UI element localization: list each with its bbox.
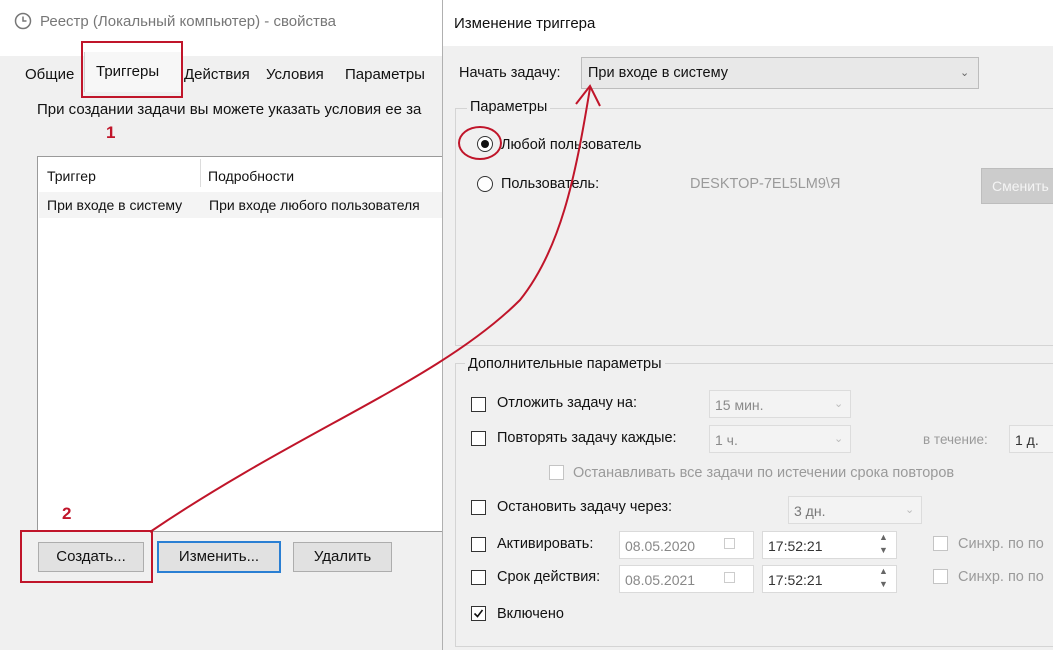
edit-button[interactable]: Изменить... bbox=[157, 541, 281, 573]
expire-time-value: 17:52:21 bbox=[768, 572, 823, 588]
activate-sync-label: Синхр. по по bbox=[958, 536, 1044, 552]
annotation-ellipse-radio bbox=[458, 126, 502, 160]
user-label: Пользователь: bbox=[501, 176, 600, 192]
delay-label: Отложить задачу на: bbox=[497, 395, 638, 411]
stop-after-label: Остановить задачу через: bbox=[497, 499, 673, 515]
expire-time-field[interactable]: 17:52:21 ▲ ▼ bbox=[762, 565, 897, 593]
column-separator bbox=[200, 159, 201, 187]
tab-general[interactable]: Общие bbox=[25, 66, 74, 83]
delay-checkbox[interactable] bbox=[471, 397, 486, 412]
dialog-title-bar: Изменение триггера bbox=[443, 0, 1053, 46]
activate-time-field[interactable]: 17:52:21 ▲ ▼ bbox=[762, 531, 897, 559]
change-user-label: Сменить bbox=[992, 178, 1049, 194]
activate-checkbox[interactable] bbox=[471, 537, 486, 552]
spin-up-icon[interactable]: ▲ bbox=[879, 566, 888, 576]
tab-strip: Общие Действия Условия Параметры bbox=[0, 56, 445, 90]
tab-actions[interactable]: Действия bbox=[184, 66, 250, 83]
enabled-label: Включено bbox=[497, 606, 564, 622]
enabled-checkbox[interactable] bbox=[471, 606, 486, 621]
spin-down-icon[interactable]: ▼ bbox=[879, 579, 888, 589]
chevron-down-icon: ⌄ bbox=[834, 433, 844, 445]
repeat-select[interactable]: 1 ч. ⌄ bbox=[709, 425, 851, 453]
window-title: Реестр (Локальный компьютер) - свойства bbox=[40, 13, 336, 30]
params-group-label: Параметры bbox=[467, 99, 551, 115]
specific-user-radio[interactable] bbox=[477, 176, 493, 192]
expire-checkbox[interactable] bbox=[471, 570, 486, 585]
repeat-label: Повторять задачу каждые: bbox=[497, 430, 677, 446]
change-user-button[interactable]: Сменить bbox=[981, 168, 1053, 204]
repeat-checkbox[interactable] bbox=[471, 431, 486, 446]
any-user-label: Любой пользователь bbox=[501, 137, 642, 153]
column-trigger[interactable]: Триггер bbox=[47, 168, 96, 184]
start-task-select[interactable]: При входе в систему ⌄ bbox=[581, 57, 979, 89]
stop-after-select[interactable]: 3 дн. ⌄ bbox=[788, 496, 922, 524]
user-value: DESKTOP-7EL5LM9\Я bbox=[690, 176, 841, 192]
start-task-value: При входе в систему bbox=[588, 65, 728, 81]
stop-all-label: Останавливать все задачи по истечении ср… bbox=[573, 465, 955, 481]
task-properties-window: Реестр (Локальный компьютер) - свойства … bbox=[0, 0, 447, 650]
expire-label: Срок действия: bbox=[497, 569, 601, 585]
delay-value: 15 мин. bbox=[715, 397, 764, 413]
activate-sync-checkbox[interactable] bbox=[933, 536, 948, 551]
stop-all-checkbox[interactable] bbox=[549, 465, 564, 480]
advanced-group-label: Дополнительные параметры bbox=[465, 356, 665, 372]
annotation-label-2: 2 bbox=[62, 504, 72, 523]
start-task-label: Начать задачу: bbox=[459, 65, 561, 81]
chevron-down-icon: ⌄ bbox=[834, 398, 844, 410]
chevron-down-icon: ⌄ bbox=[905, 504, 915, 516]
column-details[interactable]: Подробности bbox=[208, 168, 294, 184]
triggers-list[interactable]: Триггер Подробности При входе в систему … bbox=[37, 156, 447, 532]
calendar-icon[interactable] bbox=[724, 538, 735, 549]
annotation-box-triggers bbox=[81, 41, 183, 98]
edit-trigger-dialog: Изменение триггера Начать задачу: При вх… bbox=[442, 0, 1053, 650]
title-bar: Реестр (Локальный компьютер) - свойства bbox=[0, 0, 445, 44]
expire-sync-label: Синхр. по по bbox=[958, 569, 1044, 585]
intro-text: При создании задачи вы можете указать ус… bbox=[37, 101, 422, 118]
tab-conditions[interactable]: Условия bbox=[266, 66, 324, 83]
tab-settings[interactable]: Параметры bbox=[345, 66, 425, 83]
row-details: При входе любого пользователя bbox=[209, 197, 420, 213]
calendar-icon[interactable] bbox=[724, 572, 735, 583]
spin-down-icon[interactable]: ▼ bbox=[879, 545, 888, 555]
stop-after-value: 3 дн. bbox=[794, 503, 826, 519]
annotation-label-1: 1 bbox=[106, 123, 116, 142]
activate-time-value: 17:52:21 bbox=[768, 538, 823, 554]
activate-date-value: 08.05.2020 bbox=[625, 538, 696, 554]
activate-label: Активировать: bbox=[497, 536, 594, 552]
dialog-title: Изменение триггера bbox=[454, 15, 596, 32]
repeat-value: 1 ч. bbox=[715, 432, 738, 448]
annotation-box-create bbox=[20, 530, 153, 583]
delay-select[interactable]: 15 мин. ⌄ bbox=[709, 390, 851, 418]
expire-sync-checkbox[interactable] bbox=[933, 569, 948, 584]
expire-date-value: 08.05.2021 bbox=[625, 572, 696, 588]
checkmark-icon bbox=[473, 609, 484, 618]
table-row[interactable]: При входе в систему При входе любого пол… bbox=[39, 192, 446, 218]
row-trigger: При входе в систему bbox=[47, 197, 183, 213]
activate-date-field[interactable]: 08.05.2020 bbox=[619, 531, 754, 559]
during-label: в течение: bbox=[923, 432, 988, 447]
clock-icon bbox=[14, 12, 32, 30]
delete-button[interactable]: Удалить bbox=[293, 542, 392, 572]
expire-date-field[interactable]: 08.05.2021 bbox=[619, 565, 754, 593]
spin-up-icon[interactable]: ▲ bbox=[879, 532, 888, 542]
stop-after-checkbox[interactable] bbox=[471, 500, 486, 515]
during-select[interactable]: 1 д. bbox=[1009, 425, 1053, 453]
chevron-down-icon: ⌄ bbox=[960, 67, 970, 79]
during-value: 1 д. bbox=[1015, 432, 1039, 448]
